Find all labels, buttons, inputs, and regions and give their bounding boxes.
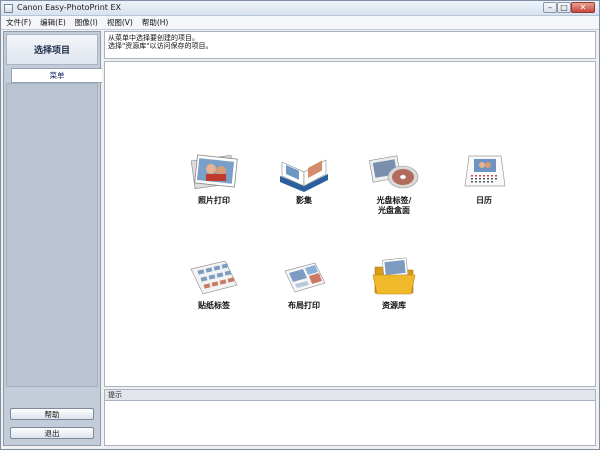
title-bar[interactable]: Canon Easy-PhotoPrint EX – □ ✕ — [1, 1, 599, 16]
close-button[interactable]: ✕ — [571, 2, 595, 13]
help-button[interactable]: 帮助 — [10, 408, 94, 420]
photo-print-item[interactable]: 照片打印 — [174, 152, 254, 232]
disc-label-item[interactable]: 光盘标签/ 光盘盒面 — [354, 152, 434, 232]
menu-view[interactable]: 视图(V) — [107, 17, 133, 28]
sticker-sheet-icon — [190, 260, 238, 295]
disc-label-line-1: 光盘标签/ — [376, 196, 412, 205]
sidebar-title: 选择项目 — [33, 46, 70, 56]
sticker-label: 贴纸标签 — [198, 301, 230, 310]
menu-image[interactable]: 图像(I) — [75, 17, 98, 28]
layout-print-label: 布局打印 — [288, 301, 320, 310]
menu-help[interactable]: 帮助(H) — [142, 17, 169, 28]
instruction-line-1: 从菜单中选择要创建的项目。 — [108, 34, 199, 42]
instruction-box: 从菜单中选择要创建的项目。 选择"资源库"以访问保存的项目。 — [104, 31, 596, 59]
album-label: 影集 — [296, 196, 312, 205]
calendar-label: 日历 — [476, 196, 492, 205]
calendar-icon — [464, 155, 506, 187]
window-title: Canon Easy-PhotoPrint EX — [17, 3, 121, 12]
library-label: 资源库 — [382, 301, 406, 310]
menu-edit[interactable]: 编辑(E) — [40, 17, 66, 28]
photo-album-icon — [280, 159, 328, 192]
album-item[interactable]: 影集 — [264, 152, 344, 232]
menu-panel: 照片打印 影集 光盘标签/ 光盘盒面 日历 贴纸标签 布局打印 资源库 — [104, 61, 596, 387]
library-item[interactable]: 资源库 — [354, 257, 434, 337]
minimize-button[interactable]: – — [543, 2, 557, 13]
hint-panel — [104, 400, 596, 446]
cd-label-icon — [368, 155, 419, 189]
menu-bar: 文件(F) 编辑(E) 图像(I) 视图(V) 帮助(H) — [1, 16, 599, 30]
exit-button[interactable]: 退出 — [10, 427, 94, 439]
menu-file[interactable]: 文件(F) — [6, 17, 31, 28]
sidebar: 选择项目 菜单 帮助 退出 — [3, 31, 102, 446]
sticker-item[interactable]: 贴纸标签 — [174, 257, 254, 337]
instruction-line-2: 选择"资源库"以访问保存的项目。 — [108, 42, 213, 50]
disc-label-label: 光盘标签/ 光盘盒面 — [354, 196, 434, 216]
tab-menu[interactable]: 菜单 — [11, 68, 102, 83]
app-icon — [4, 4, 13, 13]
layout-print-icon — [284, 262, 326, 293]
hint-header: 提示 — [104, 389, 596, 400]
maximize-button[interactable]: □ — [557, 2, 571, 13]
sidebar-panel — [6, 83, 98, 387]
photo-print-label: 照片打印 — [198, 196, 230, 205]
folder-icon — [372, 257, 416, 295]
layout-print-item[interactable]: 布局打印 — [264, 257, 344, 337]
calendar-item[interactable]: 日历 — [444, 152, 524, 232]
sidebar-header: 选择项目 — [6, 34, 98, 65]
disc-label-line-2: 光盘盒面 — [378, 206, 410, 215]
photo-stack-icon — [190, 154, 238, 190]
